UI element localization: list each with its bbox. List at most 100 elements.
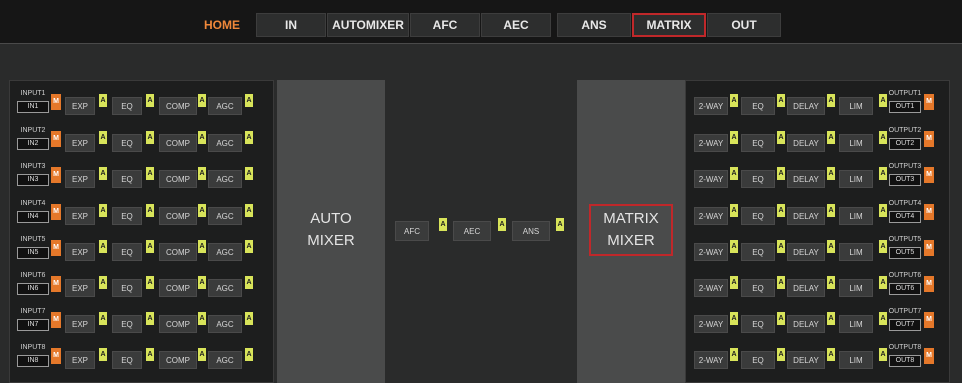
eq-module-button[interactable]: EQ (741, 170, 775, 188)
eq-module-button[interactable]: EQ (112, 351, 142, 369)
afc-module-button[interactable]: AFC (395, 221, 429, 241)
eq-bypass-button[interactable]: A (777, 204, 785, 217)
tab-aec[interactable]: AEC (481, 13, 551, 37)
input-channel-selector[interactable]: INPUT7 IN7 (16, 307, 50, 335)
agc-module-button[interactable]: AGC (208, 351, 242, 369)
two-way-module-button[interactable]: 2-WAY (694, 207, 728, 225)
tab-out[interactable]: OUT (707, 13, 781, 37)
delay-bypass-button[interactable]: A (827, 348, 835, 361)
comp-module-button[interactable]: COMP (159, 279, 197, 297)
input-mute-button[interactable]: M (51, 131, 61, 147)
input-mute-button[interactable]: M (51, 348, 61, 364)
tab-in[interactable]: IN (256, 13, 326, 37)
eq-module-button[interactable]: EQ (741, 279, 775, 297)
lim-module-button[interactable]: LIM (839, 207, 873, 225)
input-channel-selector[interactable]: INPUT2 IN2 (16, 126, 50, 154)
two-way-module-button[interactable]: 2-WAY (694, 97, 728, 115)
exp-module-button[interactable]: EXP (65, 97, 95, 115)
exp-module-button[interactable]: EXP (65, 315, 95, 333)
comp-bypass-button[interactable]: A (198, 131, 206, 144)
agc-bypass-button[interactable]: A (245, 348, 253, 361)
delay-module-button[interactable]: DELAY (787, 97, 825, 115)
aec-module-button[interactable]: AEC (453, 221, 491, 241)
eq-module-button[interactable]: EQ (741, 315, 775, 333)
afc-bypass-button[interactable]: A (439, 218, 447, 231)
eq-bypass-button[interactable]: A (146, 94, 154, 107)
eq-module-button[interactable]: EQ (112, 97, 142, 115)
lim-bypass-button[interactable]: A (879, 94, 887, 107)
lim-module-button[interactable]: LIM (839, 243, 873, 261)
lim-bypass-button[interactable]: A (879, 204, 887, 217)
comp-module-button[interactable]: COMP (159, 315, 197, 333)
exp-module-button[interactable]: EXP (65, 170, 95, 188)
comp-bypass-button[interactable]: A (198, 240, 206, 253)
two-way-bypass-button[interactable]: A (730, 348, 738, 361)
lim-bypass-button[interactable]: A (879, 348, 887, 361)
eq-bypass-button[interactable]: A (146, 276, 154, 289)
input-mute-button[interactable]: M (51, 312, 61, 328)
delay-module-button[interactable]: DELAY (787, 207, 825, 225)
output-mute-button[interactable]: M (924, 276, 934, 292)
agc-bypass-button[interactable]: A (245, 312, 253, 325)
tab-automixer[interactable]: AUTOMIXER (327, 13, 409, 37)
input-mute-button[interactable]: M (51, 167, 61, 183)
output-mute-button[interactable]: M (924, 94, 934, 110)
output-channel-selector[interactable]: OUTPUT2 OUT2 (888, 126, 922, 154)
comp-module-button[interactable]: COMP (159, 170, 197, 188)
ans-module-button[interactable]: ANS (512, 221, 550, 241)
aec-bypass-button[interactable]: A (498, 218, 506, 231)
eq-module-button[interactable]: EQ (741, 97, 775, 115)
eq-module-button[interactable]: EQ (741, 351, 775, 369)
automixer-block[interactable]: AUTO MIXER (277, 80, 385, 383)
two-way-bypass-button[interactable]: A (730, 204, 738, 217)
input-channel-selector[interactable]: INPUT6 IN6 (16, 271, 50, 299)
delay-bypass-button[interactable]: A (827, 276, 835, 289)
exp-bypass-button[interactable]: A (99, 94, 107, 107)
input-channel-selector[interactable]: INPUT5 IN5 (16, 235, 50, 263)
agc-module-button[interactable]: AGC (208, 315, 242, 333)
lim-module-button[interactable]: LIM (839, 315, 873, 333)
exp-bypass-button[interactable]: A (99, 276, 107, 289)
eq-module-button[interactable]: EQ (112, 279, 142, 297)
delay-bypass-button[interactable]: A (827, 312, 835, 325)
output-channel-selector[interactable]: OUTPUT1 OUT1 (888, 89, 922, 117)
lim-module-button[interactable]: LIM (839, 351, 873, 369)
exp-bypass-button[interactable]: A (99, 167, 107, 180)
tab-home[interactable]: HOME (192, 13, 252, 37)
exp-bypass-button[interactable]: A (99, 312, 107, 325)
delay-module-button[interactable]: DELAY (787, 134, 825, 152)
two-way-bypass-button[interactable]: A (730, 276, 738, 289)
input-channel-selector[interactable]: INPUT1 IN1 (16, 89, 50, 117)
two-way-module-button[interactable]: 2-WAY (694, 351, 728, 369)
eq-module-button[interactable]: EQ (112, 207, 142, 225)
output-channel-selector[interactable]: OUTPUT5 OUT5 (888, 235, 922, 263)
delay-module-button[interactable]: DELAY (787, 170, 825, 188)
eq-bypass-button[interactable]: A (146, 131, 154, 144)
exp-bypass-button[interactable]: A (99, 131, 107, 144)
two-way-bypass-button[interactable]: A (730, 94, 738, 107)
delay-bypass-button[interactable]: A (827, 240, 835, 253)
exp-module-button[interactable]: EXP (65, 243, 95, 261)
output-channel-selector[interactable]: OUTPUT3 OUT3 (888, 162, 922, 190)
delay-module-button[interactable]: DELAY (787, 279, 825, 297)
agc-module-button[interactable]: AGC (208, 243, 242, 261)
comp-module-button[interactable]: COMP (159, 207, 197, 225)
lim-bypass-button[interactable]: A (879, 312, 887, 325)
eq-module-button[interactable]: EQ (741, 207, 775, 225)
eq-module-button[interactable]: EQ (741, 243, 775, 261)
eq-bypass-button[interactable]: A (777, 348, 785, 361)
lim-module-button[interactable]: LIM (839, 170, 873, 188)
agc-bypass-button[interactable]: A (245, 204, 253, 217)
eq-bypass-button[interactable]: A (777, 94, 785, 107)
eq-bypass-button[interactable]: A (146, 240, 154, 253)
ans-bypass-button[interactable]: A (556, 218, 564, 231)
lim-bypass-button[interactable]: A (879, 240, 887, 253)
exp-module-button[interactable]: EXP (65, 351, 95, 369)
eq-bypass-button[interactable]: A (777, 167, 785, 180)
delay-bypass-button[interactable]: A (827, 167, 835, 180)
comp-module-button[interactable]: COMP (159, 97, 197, 115)
output-mute-button[interactable]: M (924, 131, 934, 147)
delay-bypass-button[interactable]: A (827, 204, 835, 217)
input-channel-selector[interactable]: INPUT3 IN3 (16, 162, 50, 190)
lim-bypass-button[interactable]: A (879, 276, 887, 289)
